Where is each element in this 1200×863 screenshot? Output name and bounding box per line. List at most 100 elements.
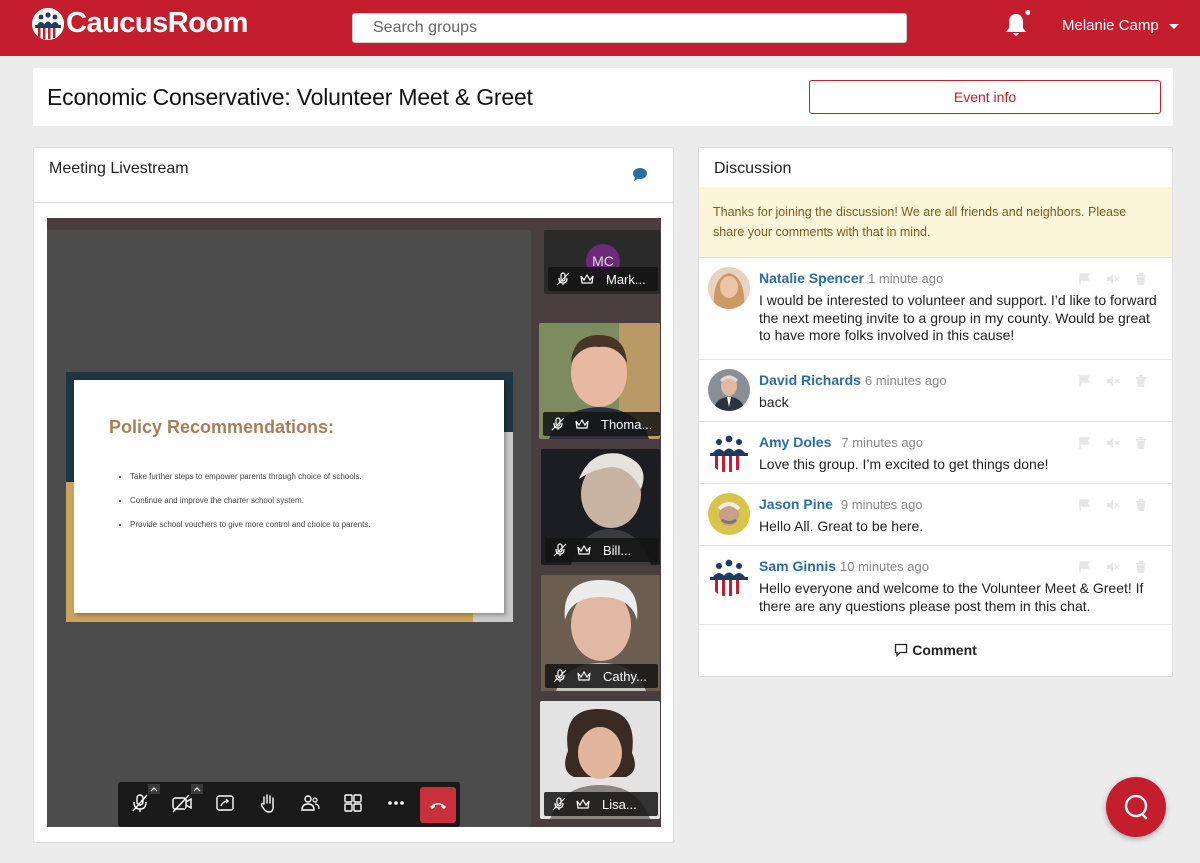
comment-author[interactable]: Sam Ginnis	[759, 558, 836, 574]
trash-icon[interactable]	[1134, 436, 1148, 450]
comment-button-label: Comment	[912, 642, 977, 658]
comment-item: David Richards 6 minutes ago back	[699, 360, 1172, 422]
crown-icon	[580, 273, 594, 284]
mic-off-icon	[552, 797, 566, 811]
comment-text: I would be interested to volunteer and s…	[759, 292, 1157, 343]
livestream-header: Meeting Livestream	[34, 148, 673, 203]
chevron-down-icon	[1168, 24, 1179, 29]
comment-item: Sam Ginnis 10 minutes ago Hello everyone …	[699, 546, 1172, 625]
participant-tile[interactable]: MC Mark...	[544, 230, 660, 294]
crown-icon	[576, 798, 590, 809]
participant-tile[interactable]: Thoma...	[539, 323, 660, 439]
comment-author[interactable]: Amy Doles	[759, 434, 831, 450]
slide-bullet: Take further steps to empower parents th…	[130, 472, 371, 481]
comment-time: 6 minutes ago	[864, 373, 947, 388]
comment-author[interactable]: David Richards	[759, 372, 861, 388]
avatar	[708, 555, 750, 597]
participant-label: Lisa...	[544, 792, 658, 816]
avatar	[708, 369, 750, 411]
share-screen-icon[interactable]	[214, 792, 236, 814]
mic-off-icon[interactable]	[129, 792, 151, 814]
crown-icon	[575, 418, 589, 429]
livestream-title: Meeting Livestream	[49, 160, 189, 177]
crown-icon	[577, 544, 591, 555]
slide-bullet: Continue and improve the charter school …	[130, 496, 371, 505]
hang-up-button[interactable]	[420, 787, 456, 823]
event-header: Economic Conservative: Volunteer Meet & …	[33, 68, 1173, 126]
discussion-header: Discussion	[699, 148, 1172, 187]
participant-label: Bill...	[545, 538, 658, 562]
comment-author[interactable]: Natalie Spencer	[759, 270, 864, 286]
participant-tile[interactable]: Lisa...	[540, 701, 660, 819]
comment-time: 9 minutes ago	[840, 497, 923, 512]
livestream-panel: Meeting Livestream Policy Recommendation…	[33, 147, 674, 843]
comment-actions	[1078, 560, 1148, 574]
page-title: Economic Conservative: Volunteer Meet & …	[47, 84, 533, 110]
discussion-panel: Discussion Thanks for joining the discus…	[698, 147, 1173, 677]
grid-icon[interactable]	[342, 792, 364, 814]
slide-frame: Policy Recommendations: Take further ste…	[66, 372, 513, 622]
comment-button[interactable]: Comment	[699, 625, 1172, 675]
bell-icon[interactable]	[1004, 10, 1031, 38]
participant-label: Cathy...	[545, 664, 658, 688]
top-bar: CaucusRoom Melanie Camp	[0, 0, 1200, 56]
participant-tile[interactable]: Cathy...	[541, 575, 660, 691]
comment-icon	[895, 643, 908, 657]
discussion-notice: Thanks for joining the discussion! We ar…	[699, 187, 1172, 258]
comment-time: 7 minutes ago	[841, 435, 924, 450]
mute-icon[interactable]	[1106, 272, 1120, 286]
user-menu[interactable]: Melanie Camp	[1062, 17, 1179, 34]
mute-icon[interactable]	[1106, 436, 1120, 450]
participant-tile[interactable]: Bill...	[541, 449, 660, 565]
chevron-up-icon[interactable]	[191, 784, 203, 794]
mute-icon[interactable]	[1106, 560, 1120, 574]
user-name: Melanie Camp	[1062, 17, 1159, 34]
trash-icon[interactable]	[1134, 374, 1148, 388]
help-chat-icon	[1124, 794, 1148, 820]
raise-hand-icon[interactable]	[257, 792, 279, 814]
comment-actions	[1078, 436, 1148, 450]
mic-off-icon	[551, 417, 565, 431]
camera-off-icon[interactable]	[171, 792, 193, 814]
help-chat-button[interactable]	[1106, 777, 1166, 837]
comment-actions	[1078, 498, 1148, 512]
comment-actions	[1078, 374, 1148, 388]
chevron-up-icon[interactable]	[148, 784, 160, 794]
discussion-title: Discussion	[714, 160, 792, 177]
mic-off-icon	[553, 543, 567, 557]
event-info-button[interactable]: Event info	[809, 80, 1161, 114]
more-icon[interactable]	[385, 792, 407, 814]
avatar	[708, 267, 750, 309]
comment-item: Jason Pine 9 minutes ago Hello All. Great…	[699, 484, 1172, 546]
flag-icon[interactable]	[1078, 498, 1092, 512]
avatar	[708, 431, 750, 473]
trash-icon[interactable]	[1134, 560, 1148, 574]
trash-icon[interactable]	[1134, 498, 1148, 512]
mute-icon[interactable]	[1106, 374, 1120, 388]
comment-author[interactable]: Jason Pine	[759, 496, 833, 512]
participants-icon[interactable]	[299, 792, 321, 814]
mic-off-icon	[556, 272, 570, 286]
presentation-slide: Policy Recommendations: Take further ste…	[74, 380, 504, 613]
avatar	[708, 493, 750, 535]
flag-icon[interactable]	[1078, 272, 1092, 286]
comment-text: Hello everyone and welcome to the Volunt…	[759, 580, 1144, 614]
video-area: Policy Recommendations: Take further ste…	[47, 218, 661, 827]
comment-text: Love this group. I’m excited to get thin…	[759, 456, 1049, 472]
chat-icon[interactable]	[633, 168, 647, 186]
logo[interactable]: CaucusRoom	[32, 7, 248, 40]
mute-icon[interactable]	[1106, 498, 1120, 512]
comment-item: Natalie Spencer 1 minute ago I would be i…	[699, 258, 1172, 360]
slide-bullet: Provide school vouchers to give more con…	[130, 520, 371, 529]
comment-actions	[1078, 272, 1148, 286]
slide-bullets: Take further steps to empower parents th…	[116, 472, 371, 544]
comment-text: Hello All. Great to be here.	[759, 518, 924, 534]
trash-icon[interactable]	[1134, 272, 1148, 286]
flag-icon[interactable]	[1078, 436, 1092, 450]
flag-icon[interactable]	[1078, 560, 1092, 574]
app-name: CaucusRoom	[66, 7, 248, 39]
screen-share-stage: Policy Recommendations: Take further ste…	[47, 230, 531, 827]
slide-title: Policy Recommendations:	[109, 417, 335, 437]
search-input[interactable]	[352, 13, 907, 43]
flag-icon[interactable]	[1078, 374, 1092, 388]
